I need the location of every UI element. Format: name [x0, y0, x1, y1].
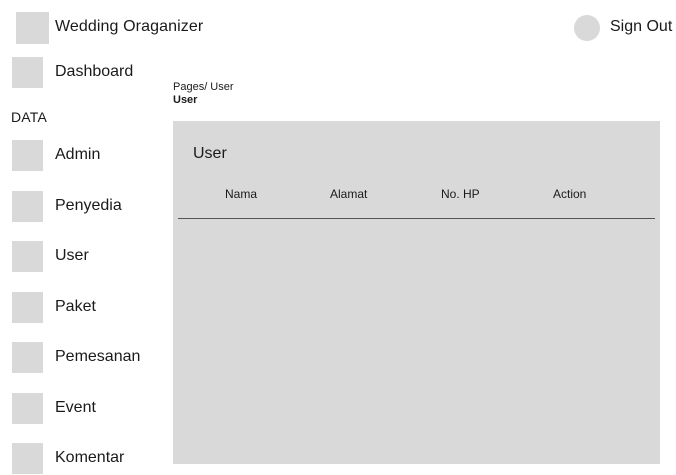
sidebar-item-pemesanan[interactable]: Pemesanan — [12, 342, 162, 374]
sidebar-item-label: Event — [55, 399, 96, 416]
sidebar-item-user[interactable]: User — [12, 241, 162, 273]
komentar-icon — [12, 443, 43, 474]
paket-icon — [12, 292, 43, 323]
sidebar-item-label: Pemesanan — [55, 348, 141, 365]
sidebar-item-label: Dashboard — [55, 63, 134, 80]
admin-icon — [12, 140, 43, 171]
avatar[interactable] — [574, 15, 600, 41]
user-table-panel: User Nama Alamat No. HP Action — [173, 121, 660, 464]
column-header-action: Action — [553, 187, 587, 201]
pemesanan-icon — [12, 342, 43, 373]
sidebar-item-penyedia[interactable]: Penyedia — [12, 191, 162, 223]
app-title: Wedding Oraganizer — [55, 18, 204, 35]
sidebar-item-label: User — [55, 247, 89, 264]
logo-placeholder — [16, 12, 49, 44]
sidebar-item-label: Penyedia — [55, 197, 122, 214]
sidebar-item-paket[interactable]: Paket — [12, 292, 162, 324]
user-icon — [12, 241, 43, 272]
sign-out-button[interactable]: Sign Out — [610, 18, 672, 36]
event-icon — [12, 393, 43, 424]
page-title: User — [173, 94, 198, 106]
sidebar-item-komentar[interactable]: Komentar — [12, 443, 162, 475]
penyedia-icon — [12, 191, 43, 222]
sidebar-item-label: Komentar — [55, 449, 125, 466]
sidebar-item-event[interactable]: Event — [12, 393, 162, 425]
sidebar-item-label: Admin — [55, 146, 101, 163]
sidebar-item-admin[interactable]: Admin — [12, 140, 162, 172]
sidebar-item-dashboard[interactable]: Dashboard — [12, 57, 162, 89]
table-header-divider — [178, 218, 655, 219]
panel-title: User — [193, 145, 227, 162]
sidebar-item-label: Paket — [55, 298, 96, 315]
sidebar-section-label: DATA — [11, 109, 48, 125]
column-header-alamat: Alamat — [330, 187, 368, 201]
dashboard-icon — [12, 57, 43, 88]
column-header-no-hp: No. HP — [441, 187, 480, 201]
column-header-nama: Nama — [225, 187, 258, 201]
breadcrumb: Pages/ User — [173, 81, 234, 93]
